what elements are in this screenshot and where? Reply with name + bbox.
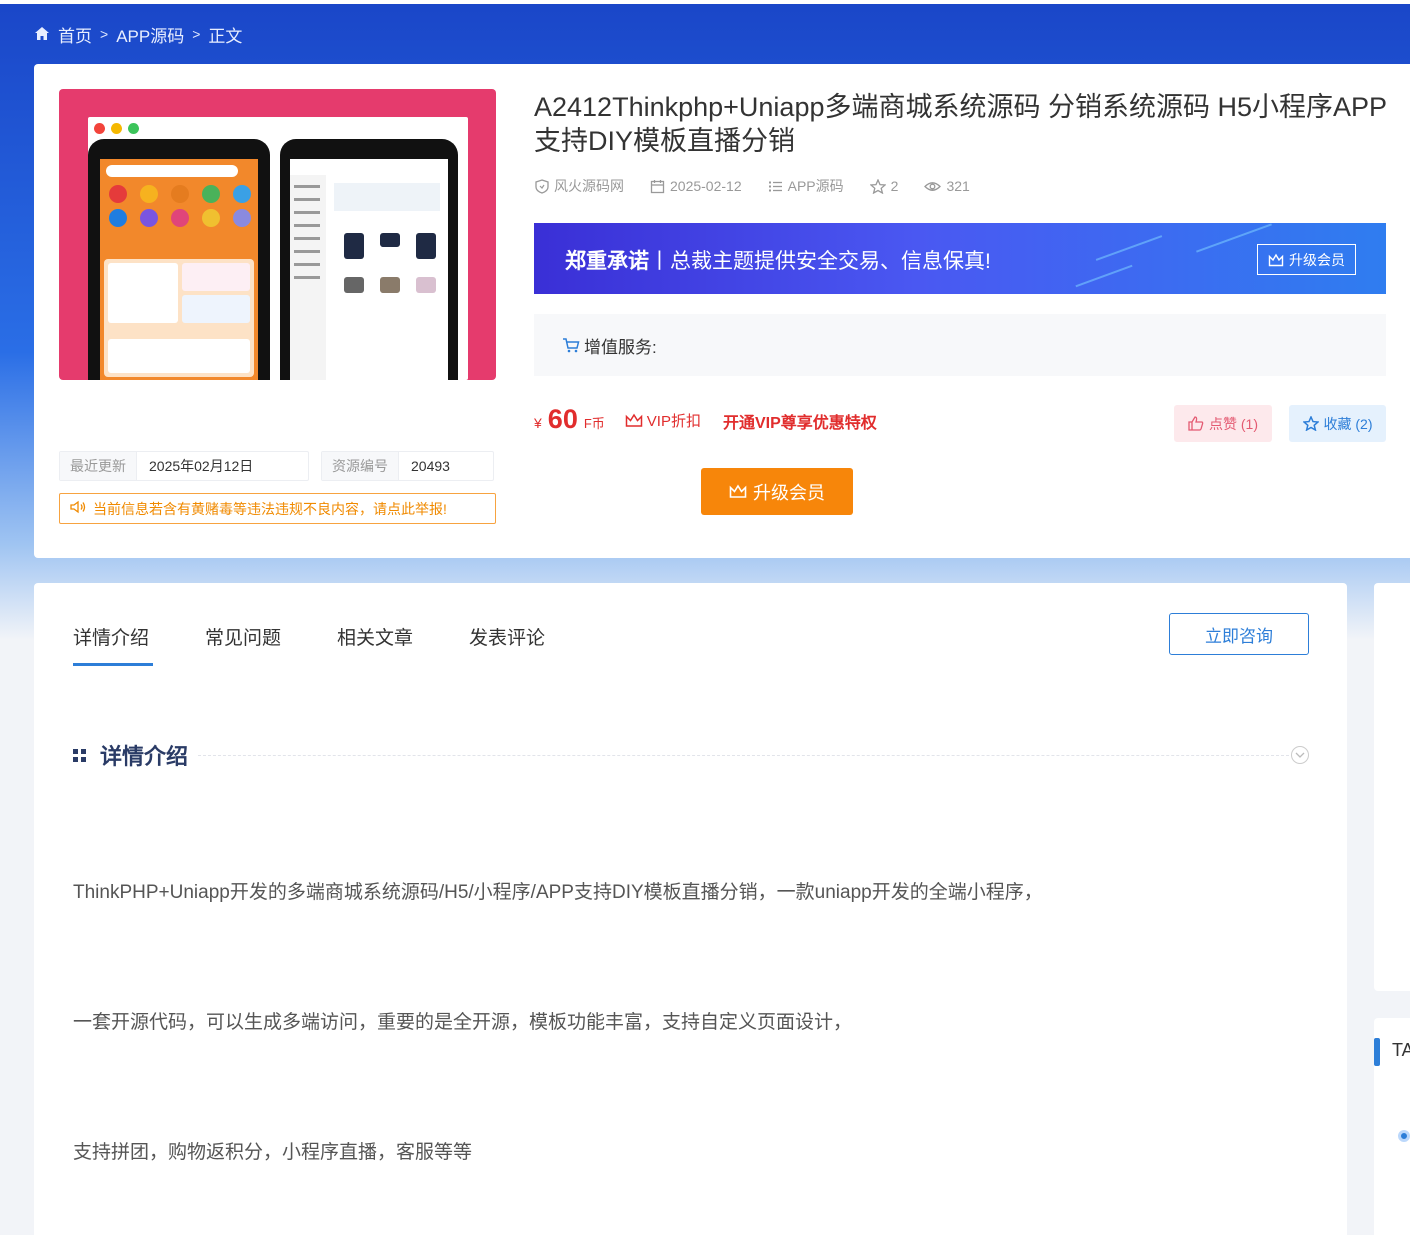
eye-icon (924, 181, 942, 191)
resource-id-label: 资源编号 (322, 452, 399, 480)
currency-symbol: ¥ (534, 415, 542, 431)
content-tabs: 详情介绍 常见问题 相关文章 发表评论 (73, 623, 545, 666)
section-title: 详情介绍 (100, 744, 189, 769)
breadcrumb-current: 正文 (208, 26, 243, 46)
thumbs-up-icon (1188, 416, 1204, 431)
chevron-down-icon[interactable] (1291, 746, 1309, 764)
resource-id: 资源编号 20493 (321, 451, 494, 481)
divider (198, 754, 1289, 756)
breadcrumb-category[interactable]: APP源码 (116, 22, 184, 47)
vip-open-link[interactable]: 开通VIP尊享优惠特权 (723, 409, 877, 433)
sidebar-tag-title: TA (1392, 1040, 1410, 1060)
report-text: 当前信息若含有黄赌毒等违法违规不良内容，请点此举报! (93, 500, 447, 517)
favorite-button[interactable]: 收藏 (2) (1289, 405, 1386, 442)
promise-text: 郑重承诺丨总裁主题提供安全交易、信息保真! (565, 250, 991, 273)
star-icon (869, 178, 886, 194)
resource-id-value: 20493 (411, 458, 450, 474)
crown-icon (625, 413, 643, 427)
description-paragraph: 一套开源代码，可以生成多端访问，重要的是全开源，模板功能丰富，支持自定义页面设计… (73, 1012, 853, 1033)
calendar-icon (650, 179, 665, 193)
sidebar-card (1374, 583, 1410, 991)
radio-dot[interactable] (1398, 1130, 1410, 1142)
service-label: 增值服务: (584, 337, 657, 357)
tab-details[interactable]: 详情介绍 (73, 623, 154, 666)
price-row: ¥ 60 F币 VIP折扣 开通VIP尊享优惠特权 (534, 404, 877, 435)
tab-faq[interactable]: 常见问题 (205, 623, 281, 666)
content-card: 详情介绍 常见问题 相关文章 发表评论 立即咨询 详情介绍 ThinkPHP+U… (34, 583, 1347, 1235)
banner-upgrade-button[interactable]: 升级会员 (1257, 244, 1356, 275)
star-meta: 2 (869, 178, 898, 194)
description-paragraph: 支持拼团，购物返积分，小程序直播，客服等等 (73, 1142, 473, 1163)
cart-icon (563, 338, 580, 353)
category-meta[interactable]: APP源码 (768, 176, 844, 196)
tab-comment[interactable]: 发表评论 (469, 623, 545, 666)
breadcrumb: 首页 > APP源码 > 正文 (34, 22, 242, 46)
author-meta[interactable]: 风火源码网 (535, 176, 624, 196)
grid-icon (73, 748, 86, 762)
last-updated-value: 2025年02月12日 (149, 458, 254, 474)
chevron-right-icon: > (192, 26, 201, 42)
like-button[interactable]: 点赞 (1) (1174, 405, 1272, 442)
phone-mockup-home (88, 139, 270, 380)
sidebar-title-marker (1374, 1038, 1380, 1066)
crown-icon (729, 484, 747, 498)
date-meta: 2025-02-12 (650, 178, 742, 194)
breadcrumb-home[interactable]: 首页 (58, 22, 92, 47)
upgrade-vip-button[interactable]: 升级会员 (701, 468, 853, 515)
consult-button[interactable]: 立即咨询 (1169, 613, 1309, 655)
last-updated: 最近更新 2025年02月12日 (59, 451, 309, 481)
window-dots (94, 123, 139, 134)
section-heading: 详情介绍 (73, 739, 1309, 771)
crown-icon (1268, 253, 1284, 266)
views-meta: 321 (924, 178, 970, 194)
product-thumbnail[interactable] (59, 89, 496, 380)
value-added-service: 增值服务: (534, 314, 1386, 376)
list-icon (768, 181, 782, 191)
description-paragraph: ThinkPHP+Uniapp开发的多端商城系统源码/H5/小程序/APP支持D… (73, 882, 1043, 903)
report-link[interactable]: 当前信息若含有黄赌毒等违法违规不良内容，请点此举报! (59, 493, 496, 524)
promise-banner: 郑重承诺丨总裁主题提供安全交易、信息保真! 升级会员 (534, 223, 1386, 294)
price-value: 60 (547, 404, 578, 434)
price-unit: F币 (583, 416, 605, 431)
product-header-card: 最近更新 2025年02月12日 资源编号 20493 当前信息若含有黄赌毒等违… (34, 64, 1410, 558)
top-strip (0, 0, 1410, 4)
shield-icon (535, 178, 549, 194)
phone-mockup-category (280, 139, 458, 380)
tab-related[interactable]: 相关文章 (337, 623, 413, 666)
home-icon (34, 24, 50, 44)
product-meta: 风火源码网 2025-02-12 APP源码 2 321 (535, 176, 970, 196)
chevron-right-icon: > (100, 26, 109, 42)
vip-discount: VIP折扣 (625, 410, 701, 431)
star-icon (1302, 416, 1319, 431)
speaker-icon (70, 500, 87, 517)
last-updated-label: 最近更新 (60, 452, 137, 480)
thumbnail-browser-mockup (88, 117, 468, 380)
product-title: A2412Thinkphp+Uniapp多端商城系统源码 分销系统源码 H5小程… (534, 92, 1388, 156)
